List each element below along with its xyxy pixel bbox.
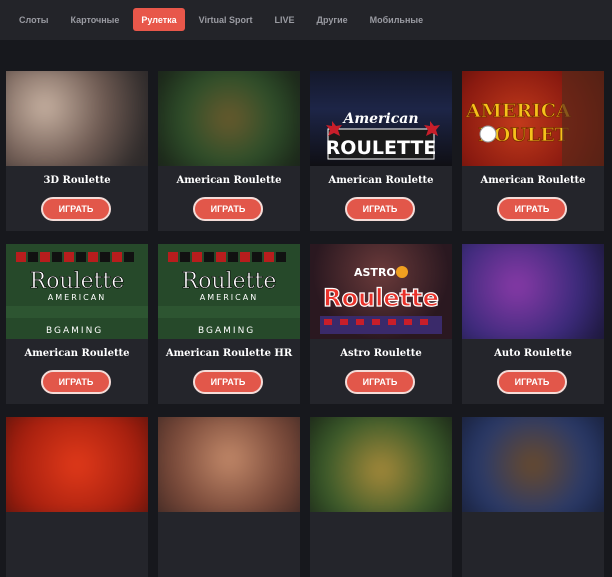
game-card[interactable]: Roulette AMERICAN BGAMING American Roule…	[158, 244, 300, 404]
game-thumbnail[interactable]: Roulette AMERICAN BGAMING	[158, 244, 300, 339]
game-thumbnail[interactable]	[158, 71, 300, 166]
game-card[interactable]	[310, 417, 452, 577]
svg-text:AMERICA: AMERICA	[465, 100, 571, 122]
tab-card-games[interactable]: Карточные	[62, 8, 127, 31]
bgaming-logo-icon: BGAMING	[46, 326, 103, 336]
tab-slots[interactable]: Слоты	[11, 8, 56, 31]
play-button[interactable]: ИГРАТЬ	[41, 370, 111, 394]
game-thumbnail[interactable]	[462, 244, 604, 339]
game-thumbnail[interactable]: American ROULETTE	[310, 71, 452, 166]
tab-roulette[interactable]: Рулетка	[133, 8, 185, 31]
play-button[interactable]: ИГРАТЬ	[345, 370, 415, 394]
game-thumbnail[interactable]	[310, 417, 452, 512]
game-card[interactable]: American Roulette ИГРАТЬ	[158, 71, 300, 231]
svg-text:Roulette: Roulette	[182, 269, 277, 294]
game-thumbnail[interactable]: AMERICA ROULET	[462, 71, 604, 166]
svg-text:ROULETTE: ROULETTE	[326, 137, 437, 159]
game-card[interactable]: American ROULETTE American Roulette ИГРА…	[310, 71, 452, 231]
roulette-table-icon: Roulette AMERICAN BGAMING	[158, 244, 300, 339]
game-title: 3D Roulette	[43, 175, 111, 186]
game-card[interactable]: 3D Roulette ИГРАТЬ	[6, 71, 148, 231]
game-thumbnail[interactable]	[6, 71, 148, 166]
game-title: American Roulette	[328, 175, 434, 186]
astro-roulette-logo-icon: ASTRO Roulette	[320, 266, 442, 334]
game-title: American Roulette	[176, 175, 282, 186]
game-title: Astro Roulette	[340, 348, 422, 359]
game-card[interactable]: AMERICA ROULET American Roulette ИГРАТЬ	[462, 71, 604, 231]
bgaming-logo-icon: BGAMING	[198, 326, 255, 336]
game-thumbnail[interactable]: Roulette AMERICAN BGAMING	[6, 244, 148, 339]
game-title: Auto Roulette	[494, 348, 572, 359]
tab-virtual-sport[interactable]: Virtual Sport	[191, 8, 261, 31]
svg-text:Roulette: Roulette	[30, 269, 125, 294]
game-thumbnail[interactable]	[462, 417, 604, 512]
tab-mobile[interactable]: Мобильные	[362, 8, 431, 31]
american-roulette-logo-icon: AMERICA ROULET	[465, 71, 604, 166]
game-title: American Roulette	[480, 175, 586, 186]
game-title: American Roulette HR	[165, 348, 293, 359]
svg-text:AMERICAN: AMERICAN	[200, 293, 258, 302]
tab-other[interactable]: Другие	[309, 8, 356, 31]
category-tabs: Слоты Карточные Рулетка Virtual Sport LI…	[11, 8, 437, 31]
game-card[interactable]	[462, 417, 604, 577]
game-card[interactable]: ASTRO Roulette Astro Roulette ИГРАТЬ	[310, 244, 452, 404]
svg-text:AMERICAN: AMERICAN	[48, 293, 106, 302]
top-nav-bar: Слоты Карточные Рулетка Virtual Sport LI…	[0, 0, 612, 40]
game-thumbnail[interactable]	[6, 417, 148, 512]
svg-text:American: American	[341, 111, 418, 127]
roulette-table-icon: Roulette AMERICAN BGAMING	[6, 244, 148, 339]
play-button[interactable]: ИГРАТЬ	[345, 197, 415, 221]
play-button[interactable]: ИГРАТЬ	[41, 197, 111, 221]
tab-live[interactable]: LIVE	[267, 8, 303, 31]
game-card[interactable]: Roulette AMERICAN BGAMING American Roule…	[6, 244, 148, 404]
play-button[interactable]: ИГРАТЬ	[193, 197, 263, 221]
svg-text:Roulette: Roulette	[323, 284, 439, 312]
game-thumbnail[interactable]	[158, 417, 300, 512]
game-card[interactable]	[6, 417, 148, 577]
play-button[interactable]: ИГРАТЬ	[497, 370, 567, 394]
game-card[interactable]: Auto Roulette ИГРАТЬ	[462, 244, 604, 404]
game-thumbnail[interactable]: ASTRO Roulette	[310, 244, 452, 339]
svg-text:ASTRO: ASTRO	[354, 266, 396, 279]
game-card[interactable]	[158, 417, 300, 577]
play-button[interactable]: ИГРАТЬ	[497, 197, 567, 221]
game-title: American Roulette	[24, 348, 130, 359]
play-button[interactable]: ИГРАТЬ	[193, 370, 263, 394]
american-roulette-logo-icon: American ROULETTE	[326, 111, 440, 160]
